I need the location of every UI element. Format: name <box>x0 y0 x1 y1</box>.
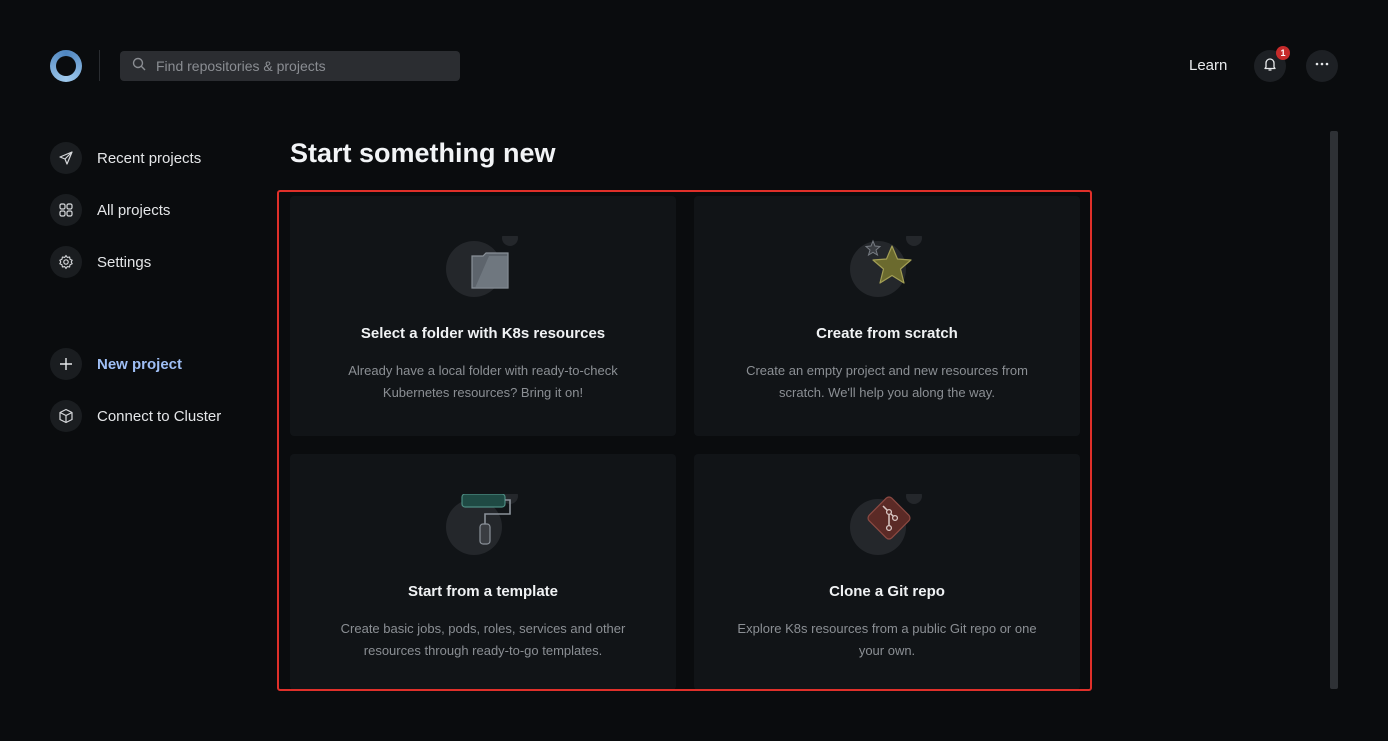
page-title: Start something new <box>290 138 556 168</box>
header-divider <box>99 50 100 81</box>
sidebar-item-recent-projects[interactable]: Recent projects <box>50 142 201 174</box>
app-logo[interactable] <box>50 50 82 82</box>
cards-highlight-frame <box>277 190 1092 691</box>
sidebar-item-settings[interactable]: Settings <box>50 246 151 278</box>
more-options-button[interactable] <box>1306 50 1338 82</box>
scrollbar[interactable] <box>1330 131 1338 689</box>
sidebar-item-new-project[interactable]: New project <box>50 348 182 380</box>
cube-icon <box>50 400 82 432</box>
learn-link[interactable]: Learn <box>1189 57 1227 74</box>
sidebar-item-label: Recent projects <box>97 149 202 167</box>
search-icon <box>132 57 146 76</box>
paper-plane-icon <box>50 142 82 174</box>
bell-icon <box>1262 56 1278 77</box>
sidebar-item-label: New project <box>97 355 183 373</box>
sidebar-item-all-projects[interactable]: All projects <box>50 194 170 226</box>
search-bar[interactable] <box>120 51 460 81</box>
sidebar-item-label: Settings <box>97 253 152 271</box>
sidebar-item-label: Connect to Cluster <box>97 407 222 425</box>
grid-icon <box>50 194 82 226</box>
sidebar-item-label: All projects <box>97 201 171 219</box>
notification-badge: 1 <box>1276 46 1290 60</box>
gear-icon <box>50 246 82 278</box>
ellipsis-icon <box>1314 56 1330 77</box>
search-input[interactable] <box>154 57 448 75</box>
plus-icon <box>50 348 82 380</box>
sidebar-item-connect-cluster[interactable]: Connect to Cluster <box>50 400 221 432</box>
